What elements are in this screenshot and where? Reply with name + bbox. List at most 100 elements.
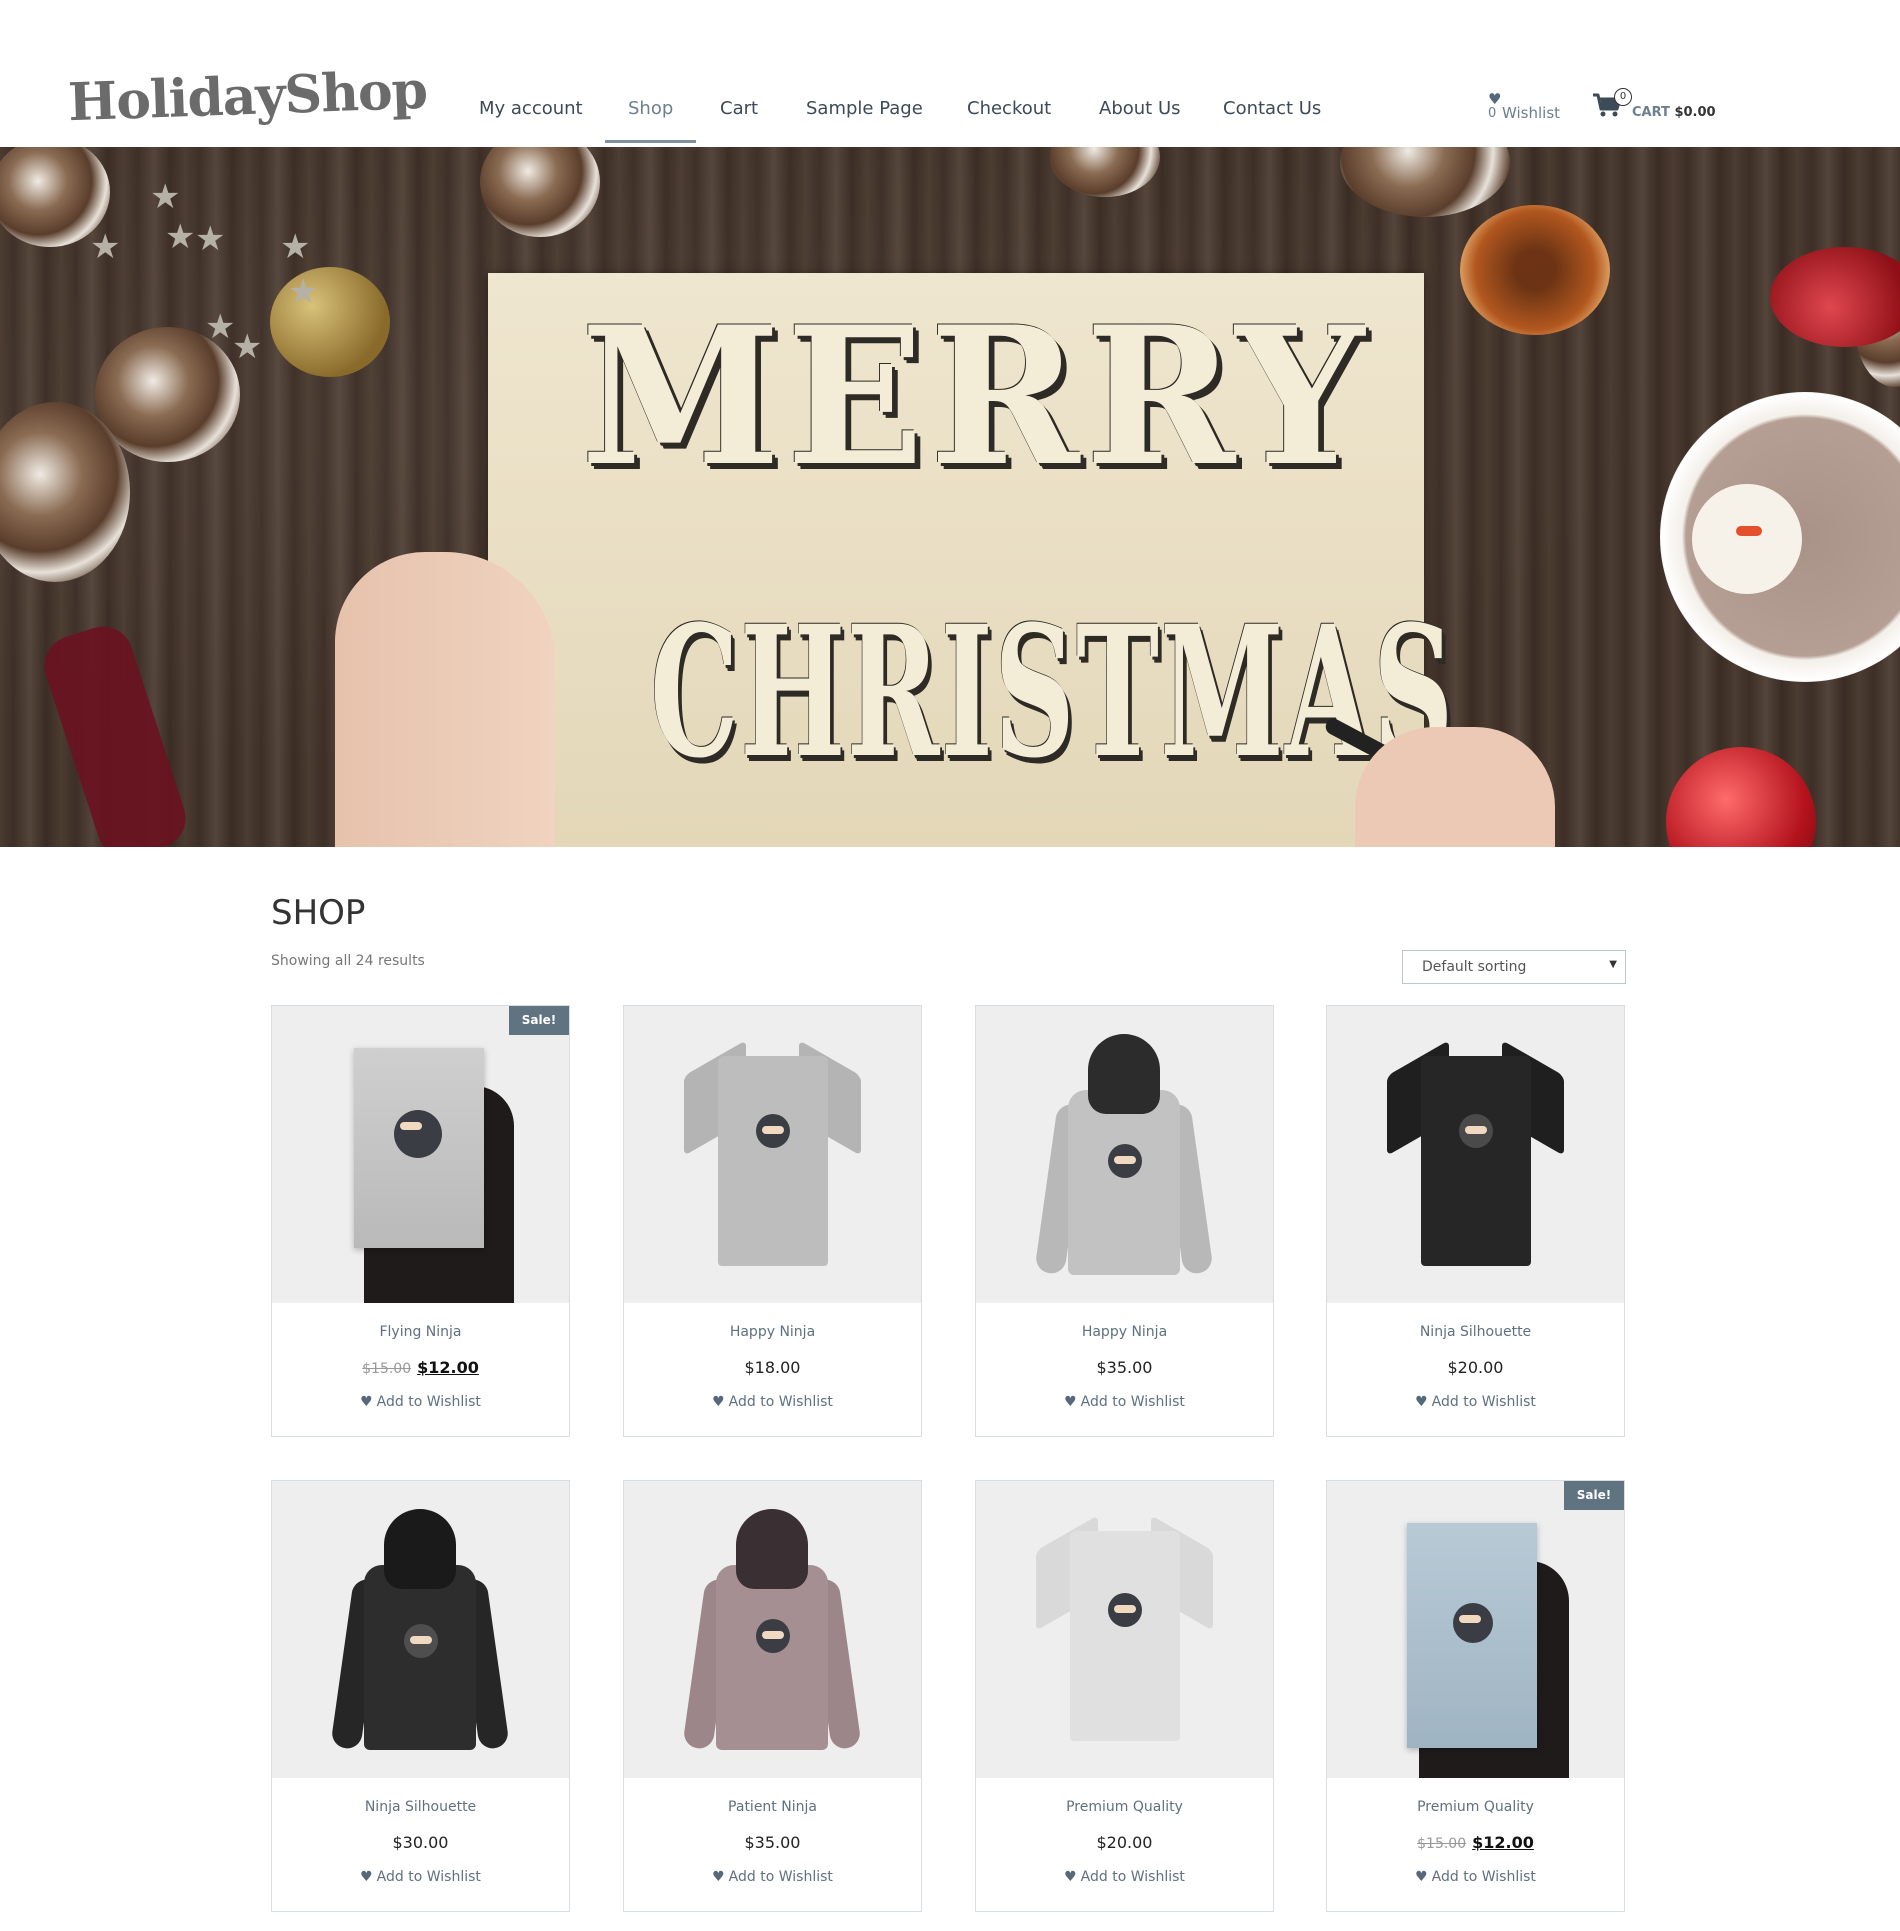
product-price: $15.00 $12.00 [1327,1833,1624,1852]
add-to-wishlist-button[interactable]: ♥ Add to Wishlist [976,1869,1273,1885]
chevron-down-icon: ▼ [1609,959,1617,970]
sale-badge: Sale! [1564,1481,1624,1510]
add-to-wishlist-label: Add to Wishlist [728,1869,833,1885]
cart-count-badge: 0 [1614,88,1632,106]
heart-icon: ♥ [360,1394,373,1410]
product-image[interactable]: Sale! [272,1006,569,1303]
heart-icon: ♥ [1064,1394,1077,1410]
snowman-marshmallow [1692,484,1802,594]
ninja-graphic [1453,1603,1493,1643]
sorting-select[interactable]: Default sorting ▼ [1402,950,1626,984]
sorting-selected-value: Default sorting [1422,959,1527,975]
add-to-wishlist-label: Add to Wishlist [376,1869,481,1885]
nav-contact-us[interactable]: Contact Us [1223,98,1321,119]
red-ornament [1770,247,1900,347]
ninja-graphic [1108,1593,1142,1627]
nav-shop[interactable]: Shop [628,98,673,119]
wishlist-count: 0 [1488,106,1497,121]
product-old-price: $15.00 [1417,1836,1467,1852]
wishlist-label: Wishlist [1502,104,1561,122]
add-to-wishlist-button[interactable]: ♥ Add to Wishlist [1327,1394,1624,1410]
product-name[interactable]: Happy Ninja [976,1324,1273,1340]
star-icon: ★ [205,307,236,347]
product-price: $20.00 [1447,1358,1504,1377]
add-to-wishlist-button[interactable]: ♥ Add to Wishlist [272,1394,569,1410]
hoodie-image [682,1509,862,1754]
pinecone-decoration [480,147,600,237]
product-price: $35.00 [744,1833,801,1852]
product-price: $30.00 [392,1833,449,1852]
add-to-wishlist-label: Add to Wishlist [1080,1869,1185,1885]
product-name[interactable]: Premium Quality [976,1799,1273,1815]
product-image[interactable] [976,1006,1273,1303]
add-to-wishlist-button[interactable]: ♥ Add to Wishlist [624,1394,921,1410]
product-image[interactable] [272,1481,569,1778]
product-name[interactable]: Ninja Silhouette [272,1799,569,1815]
product-image[interactable] [1327,1006,1624,1303]
hoodie-image [1034,1034,1214,1279]
product-card: Happy Ninja $18.00 ♥ Add to Wishlist [623,1005,922,1437]
product-name[interactable]: Patient Ninja [624,1799,921,1815]
star-icon: ★ [280,227,311,267]
product-name[interactable]: Happy Ninja [624,1324,921,1340]
product-image[interactable]: Sale! [1327,1481,1624,1778]
star-icon: ★ [165,217,196,257]
add-to-wishlist-button[interactable]: ♥ Add to Wishlist [624,1869,921,1885]
dried-orange-decoration [1460,205,1610,335]
product-old-price: $15.00 [362,1361,412,1377]
add-to-wishlist-button[interactable]: ♥ Add to Wishlist [272,1869,569,1885]
product-name[interactable]: Flying Ninja [272,1324,569,1340]
product-card: Happy Ninja $35.00 ♥ Add to Wishlist [975,1005,1274,1437]
product-image[interactable] [624,1006,921,1303]
add-to-wishlist-label: Add to Wishlist [1431,1869,1536,1885]
add-to-wishlist-button[interactable]: ♥ Add to Wishlist [1327,1869,1624,1885]
product-name[interactable]: Ninja Silhouette [1327,1324,1624,1340]
pinecone-decoration [1050,147,1160,197]
heart-icon: ♥ [712,1869,725,1885]
product-price: $35.00 [1096,1358,1153,1377]
pinecone-decoration [1340,147,1510,217]
product-price: $18.00 [744,1358,801,1377]
nav-cart[interactable]: Cart [720,98,758,119]
product-price: $15.00 $12.00 [272,1358,569,1377]
red-ornament [1666,747,1816,847]
nav-about-us[interactable]: About Us [1099,98,1181,119]
star-icon: ★ [288,272,319,312]
product-image[interactable] [976,1481,1273,1778]
ninja-graphic [756,1114,790,1148]
header-cart-link[interactable]: 0 CART $0.00 [1592,88,1722,124]
ribbon-decoration [36,618,194,847]
nav-my-account[interactable]: My account [479,98,583,119]
product-card: Sale! Flying Ninja $15.00 $12.00 ♥ Add to … [271,1005,570,1437]
site-logo[interactable]: HolidayShop [67,60,428,133]
ninja-silhouette-graphic [1459,1114,1493,1148]
hero-banner: ★ ★ ★ ★ ★ ★ ★ ★ MERRY CHRISTMAS [0,147,1900,847]
heart-icon: ♥ [712,1394,725,1410]
add-to-wishlist-label: Add to Wishlist [728,1394,833,1410]
star-icon: ★ [232,327,263,367]
nav-sample-page[interactable]: Sample Page [806,98,923,119]
hero-text-merry: MERRY [580,285,1370,508]
header-wishlist-link[interactable]: ♥ 0 Wishlist [1484,90,1564,126]
result-count: Showing all 24 results [271,953,425,969]
add-to-wishlist-button[interactable]: ♥ Add to Wishlist [976,1394,1273,1410]
hand-image [1355,727,1555,847]
tshirt-image [1387,1040,1564,1266]
ninja-graphic [394,1110,442,1158]
star-icon: ★ [195,219,226,259]
heart-icon: ♥ [360,1869,373,1885]
add-to-wishlist-label: Add to Wishlist [376,1394,481,1410]
product-price: $20.00 [1096,1833,1153,1852]
hoodie-image [330,1509,510,1754]
ninja-silhouette-graphic [404,1624,438,1658]
hand-image [335,552,555,847]
nav-checkout[interactable]: Checkout [967,98,1051,119]
star-icon: ★ [90,227,121,267]
ninja-graphic [1108,1144,1142,1178]
product-image[interactable] [624,1481,921,1778]
product-card: Sale! Premium Quality $15.00 $12.00 ♥ Add … [1326,1480,1625,1912]
site-header: HolidayShop My account Shop Cart Sample … [0,0,1900,147]
poster-image [354,1048,484,1248]
star-icon: ★ [150,177,181,217]
product-name[interactable]: Premium Quality [1327,1799,1624,1815]
